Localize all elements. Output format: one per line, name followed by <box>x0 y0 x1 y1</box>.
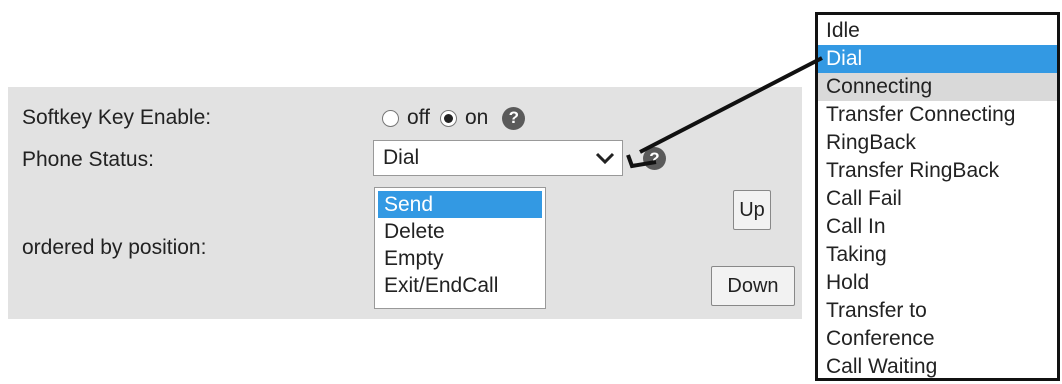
phone-status-value: Dial <box>383 146 420 169</box>
dropdown-option[interactable]: Connecting <box>818 73 1057 101</box>
position-list-option[interactable]: Send <box>378 191 542 218</box>
phone-status-label: Phone Status: <box>22 148 154 171</box>
dropdown-option[interactable]: Idle <box>818 17 1057 45</box>
dropdown-option[interactable]: Transfer to <box>818 297 1057 325</box>
softkey-radio-group: off on ? <box>382 103 526 133</box>
dropdown-option[interactable]: Call Waiting <box>818 353 1057 378</box>
softkey-off-radio[interactable] <box>382 109 399 127</box>
screen: Softkey Key Enable: off on ? Phone Statu… <box>0 0 1062 384</box>
dropdown-option[interactable]: Hold <box>818 269 1057 297</box>
help-icon[interactable]: ? <box>643 147 666 170</box>
position-list-option[interactable]: Exit/EndCall <box>378 272 542 299</box>
position-listbox[interactable]: Send Delete Empty Exit/EndCall <box>374 187 546 309</box>
dropdown-option[interactable]: Taking <box>818 241 1057 269</box>
position-list-option[interactable]: Empty <box>378 245 542 272</box>
softkey-enable-label: Softkey Key Enable: <box>22 106 212 129</box>
dropdown-option[interactable]: Transfer Connecting <box>818 101 1057 129</box>
softkey-on-label: on <box>464 106 489 129</box>
ordered-by-position-label: ordered by position: <box>22 236 207 259</box>
phone-status-dropdown-list[interactable]: Idle Dial Connecting Transfer Connecting Rin… <box>815 12 1060 381</box>
softkey-off-label: off <box>407 106 430 129</box>
help-icon[interactable]: ? <box>502 106 526 130</box>
position-list-option[interactable]: Delete <box>378 218 542 245</box>
down-button[interactable]: Down <box>711 266 795 306</box>
softkey-on-radio[interactable] <box>439 109 457 127</box>
dropdown-option[interactable]: RingBack <box>818 129 1057 157</box>
dropdown-option[interactable]: Dial <box>818 45 1057 73</box>
dropdown-option[interactable]: Call In <box>818 213 1057 241</box>
dropdown-option[interactable]: Transfer RingBack <box>818 157 1057 185</box>
up-button[interactable]: Up <box>733 190 771 230</box>
dropdown-option[interactable]: Conference <box>818 325 1057 353</box>
phone-status-select[interactable]: Dial <box>373 140 623 176</box>
dropdown-option[interactable]: Call Fail <box>818 185 1057 213</box>
chevron-down-icon <box>595 152 615 165</box>
